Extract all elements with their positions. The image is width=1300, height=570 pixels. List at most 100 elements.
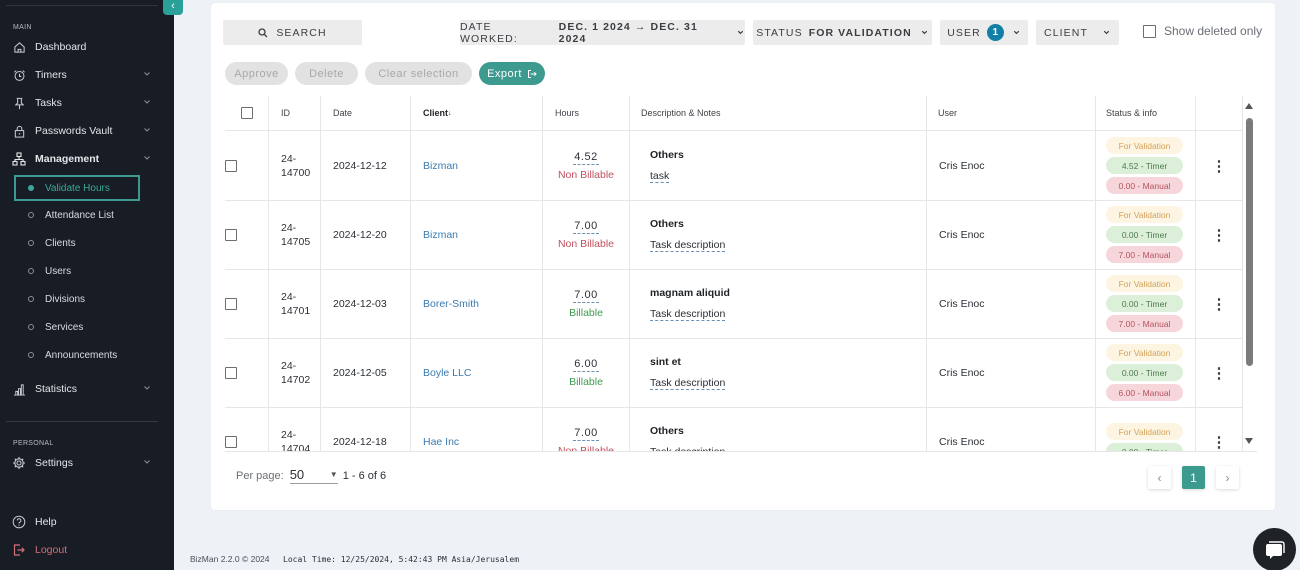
sidebar-item-label: Help — [35, 516, 57, 528]
sidebar-item-label: Passwords Vault — [35, 125, 113, 137]
client-filter[interactable]: CLIENT — [1036, 20, 1119, 45]
sidebar-subitem-attendance-list[interactable]: Attendance List — [14, 202, 140, 228]
sidebar-subitem-label: Divisions — [45, 293, 86, 305]
more-options-icon[interactable]: ⋮ — [1212, 433, 1227, 451]
row-checkbox[interactable] — [225, 435, 237, 448]
hours-value[interactable]: 7.00 — [573, 289, 599, 303]
sidebar-item-help[interactable]: Help — [12, 511, 158, 533]
chevron-down-icon — [921, 30, 927, 35]
date-cell: 2024-12-12 — [321, 131, 411, 200]
approve-button[interactable]: Approve — [225, 62, 288, 85]
more-options-icon[interactable]: ⋮ — [1212, 157, 1227, 175]
user-cell: Cris Enoc — [927, 269, 1096, 338]
show-deleted-toggle[interactable]: Show deleted only — [1143, 24, 1262, 38]
user-cell: Cris Enoc — [927, 338, 1096, 407]
sidebar-subitem-users[interactable]: Users — [14, 258, 140, 284]
timer-hours-pill: 0.00 - Timer — [1106, 443, 1183, 451]
status-pill: For Validation — [1106, 275, 1183, 292]
sidebar-item-logout[interactable]: Logout — [12, 539, 158, 561]
sidebar-subitem-clients[interactable]: Clients — [14, 230, 140, 256]
date-cell: 2024-12-18 — [321, 407, 411, 451]
client-link[interactable]: Borer-Smith — [411, 298, 479, 310]
sort-desc-icon: ↓ — [448, 109, 452, 117]
task-note[interactable]: task — [650, 170, 670, 183]
row-checkbox[interactable] — [225, 366, 237, 379]
actions-cell: ⋮ — [1196, 269, 1243, 338]
sidebar-subitem-label: Announcements — [45, 349, 118, 361]
sidebar-subitem-announcements[interactable]: Announcements — [14, 342, 140, 368]
row-checkbox[interactable] — [225, 297, 237, 310]
sidebar-item-label: Dashboard — [35, 41, 87, 53]
dropdown-arrow-icon: ▼ — [329, 470, 338, 479]
chevron-down-icon — [737, 30, 744, 35]
clear-selection-button[interactable]: Clear selection — [365, 62, 472, 85]
sidebar-item-settings[interactable]: Settings — [12, 452, 158, 474]
hours-value[interactable]: 7.00 — [573, 220, 599, 234]
timer-hours-pill: 0.00 - Timer — [1106, 364, 1183, 381]
hours-value[interactable]: 6.00 — [573, 358, 599, 372]
sidebar-item-statistics[interactable]: Statistics — [12, 378, 158, 400]
logout-icon — [12, 543, 26, 557]
sidebar-collapse-button[interactable]: ‹ — [163, 0, 183, 15]
more-options-icon[interactable]: ⋮ — [1212, 295, 1227, 313]
next-page-button[interactable]: › — [1216, 466, 1239, 489]
scroll-up-icon[interactable] — [1244, 102, 1254, 110]
task-note[interactable]: Task description — [650, 377, 726, 390]
row-checkbox[interactable] — [225, 228, 237, 241]
select-all-checkbox[interactable] — [240, 107, 253, 119]
sidebar-item-management[interactable]: Management — [12, 148, 158, 170]
hours-value[interactable]: 4.52 — [573, 151, 599, 165]
column-header-user[interactable]: User — [927, 96, 1096, 130]
more-options-icon[interactable]: ⋮ — [1212, 226, 1227, 244]
show-deleted-checkbox[interactable] — [1143, 24, 1156, 38]
column-header-id[interactable]: ID — [269, 96, 321, 130]
column-header-description[interactable]: Description & Notes — [630, 96, 927, 130]
row-checkbox[interactable] — [225, 159, 237, 172]
user-name: Cris Enoc — [939, 228, 985, 241]
per-page-select[interactable]: 50 ▼ — [289, 467, 338, 484]
sidebar-subitem-divisions[interactable]: Divisions — [14, 286, 140, 312]
column-header-hours[interactable]: Hours — [543, 96, 630, 130]
page-1-button[interactable]: 1 — [1182, 466, 1205, 489]
client-link[interactable]: Bizman — [411, 229, 458, 241]
column-header-status[interactable]: Status & info — [1096, 96, 1196, 130]
status-filter-label: STATUS — [756, 26, 803, 39]
status-cell: For Validation 0.00 - Timer 7.00 - Manual — [1096, 269, 1196, 338]
chevron-down-icon — [144, 386, 150, 390]
delete-button[interactable]: Delete — [295, 62, 358, 85]
scrollbar-thumb[interactable] — [1246, 118, 1253, 366]
previous-page-button[interactable]: ‹ — [1148, 466, 1171, 489]
user-filter[interactable]: USER 1 — [940, 20, 1028, 45]
sidebar-item-tasks[interactable]: Tasks — [12, 92, 158, 114]
more-options-icon[interactable]: ⋮ — [1212, 364, 1227, 382]
sidebar-item-timers[interactable]: Timers — [12, 64, 158, 86]
date-worked-filter[interactable]: DATE WORKED: DEC. 1 2024 → DEC. 31 2024 — [460, 20, 745, 45]
hours-value[interactable]: 7.00 — [573, 427, 599, 441]
entry-id-prefix: 24- — [281, 152, 297, 165]
client-link[interactable]: Boyle LLC — [411, 367, 471, 379]
chat-button[interactable] — [1253, 528, 1296, 570]
timer-hours-pill: 0.00 - Timer — [1106, 295, 1183, 312]
scroll-down-icon[interactable] — [1244, 437, 1254, 445]
description-cell: Others Task description — [630, 200, 927, 269]
status-pill: For Validation — [1106, 344, 1183, 361]
description-cell: Others task — [630, 131, 927, 200]
search-button[interactable]: SEARCH — [223, 20, 362, 45]
client-link[interactable]: Bizman — [411, 160, 458, 172]
status-pill: For Validation — [1106, 137, 1183, 154]
hours-cell: 4.52 Non Billable — [543, 131, 630, 200]
export-button[interactable]: Export — [479, 62, 545, 85]
column-header-client[interactable]: Client ↓ — [411, 96, 543, 130]
sidebar-subitem-validate-hours[interactable]: Validate Hours — [14, 175, 140, 201]
sidebar-subitem-services[interactable]: Services — [14, 314, 140, 340]
sidebar-item-passwords-vault[interactable]: Passwords Vault — [12, 120, 158, 142]
status-cell: For Validation 0.00 - Timer 7.00 - Manual — [1096, 200, 1196, 269]
bullet-icon — [28, 352, 34, 358]
column-header-date[interactable]: Date — [321, 96, 411, 130]
client-link[interactable]: Hae Inc — [411, 436, 459, 448]
status-filter[interactable]: STATUS FOR VALIDATION — [753, 20, 932, 45]
sidebar-item-dashboard[interactable]: Dashboard — [12, 36, 158, 58]
id-cell: 24- 14702 — [269, 338, 321, 407]
task-note[interactable]: Task description — [650, 239, 726, 252]
task-note[interactable]: Task description — [650, 308, 726, 321]
